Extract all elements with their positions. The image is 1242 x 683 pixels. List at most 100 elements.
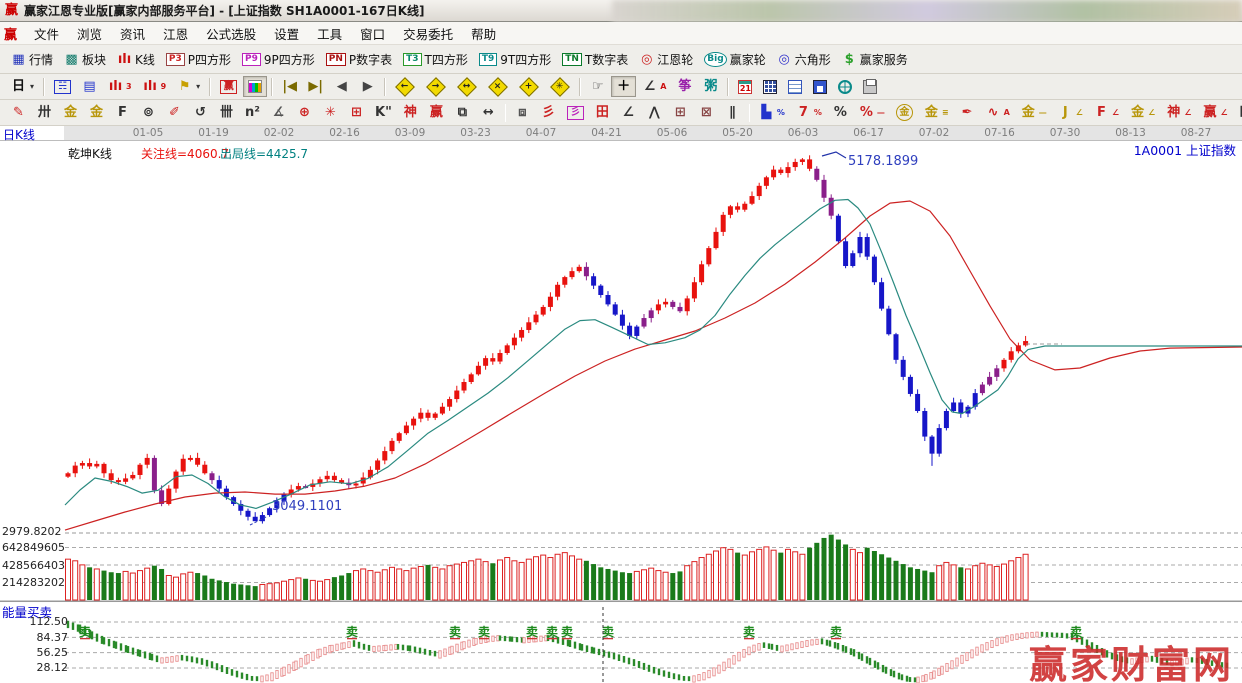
- gold-grid2-tool[interactable]: 金: [84, 102, 109, 123]
- web-box-tool[interactable]: 田: [590, 102, 615, 123]
- hash-grid-tool[interactable]: 卌: [214, 102, 239, 123]
- circle-arrow-tool[interactable]: ↺: [188, 102, 213, 123]
- kline-button[interactable]: ılıK线: [112, 49, 160, 70]
- fan-lines-tool[interactable]: 彡: [536, 102, 561, 123]
- menu-settings[interactable]: 设置: [265, 25, 308, 44]
- volume-axis-label: 428566403: [2, 559, 62, 572]
- menu-gann[interactable]: 江恩: [154, 25, 197, 44]
- gann-wheel-button[interactable]: ◎江恩轮: [634, 49, 698, 70]
- grid-box2-tool[interactable]: ⊠: [694, 102, 719, 123]
- diamond-right-button[interactable]: →: [421, 76, 451, 97]
- j-angle-tool[interactable]: J∠: [1053, 102, 1088, 123]
- prev-page-button[interactable]: ◀: [329, 76, 354, 97]
- purple-tool-button[interactable]: 筝: [672, 76, 697, 97]
- diamond-hspan-button[interactable]: ↔: [452, 76, 482, 97]
- web-update-button[interactable]: [833, 76, 857, 97]
- v-lines-tool[interactable]: ⋀: [642, 102, 667, 123]
- 9p-square-button[interactable]: P99P四方形: [237, 49, 320, 70]
- gold-lines-tool[interactable]: 金≡: [919, 102, 954, 123]
- red-pen-tool[interactable]: ✐: [162, 102, 187, 123]
- 9t-square-button[interactable]: T99T四方形: [474, 49, 556, 70]
- f-angle-tool[interactable]: F∠: [1089, 102, 1124, 123]
- star-web-tool[interactable]: ✳: [318, 102, 343, 123]
- menu-news[interactable]: 资讯: [111, 25, 154, 44]
- p-table-button[interactable]: PNP数字表: [321, 49, 397, 70]
- four-angle-tool[interactable]: 四∠: [1234, 102, 1242, 123]
- angle-lines-tool[interactable]: ∠: [616, 102, 641, 123]
- n2-tool[interactable]: n²: [240, 102, 265, 123]
- hexagon-button[interactable]: ◎六角形: [772, 49, 836, 70]
- last-page-button[interactable]: ▶|: [303, 76, 328, 97]
- box-measure-tool[interactable]: ⧈: [510, 102, 535, 123]
- menu-browse[interactable]: 浏览: [68, 25, 111, 44]
- target-circle-tool[interactable]: ⊕: [292, 102, 317, 123]
- percent-line-tool[interactable]: %—: [854, 102, 890, 123]
- gold-grid-tool[interactable]: 金: [58, 102, 83, 123]
- box-web-icon: ⊞: [349, 105, 364, 120]
- grid-box-tool[interactable]: ⊞: [668, 102, 693, 123]
- calculator-button[interactable]: [758, 76, 782, 97]
- menu-trade-entrust[interactable]: 交易委托: [394, 25, 462, 44]
- note-dropdown[interactable]: ⚑▾: [172, 76, 205, 97]
- sectors-button[interactable]: ▩板块: [59, 49, 111, 70]
- sectors-icon: ▩: [64, 52, 79, 67]
- t-square-button[interactable]: T3T四方形: [398, 49, 473, 70]
- shen-grid-tool[interactable]: 神: [398, 102, 423, 123]
- percent-chart-tool[interactable]: ▙%: [754, 102, 790, 123]
- sell-marker: 卖: [449, 624, 461, 639]
- diamond-left-button[interactable]: ←: [390, 76, 420, 97]
- p-square-button[interactable]: P3P四方形: [161, 49, 236, 70]
- win-stamp-button[interactable]: 赢: [215, 76, 242, 97]
- gann-pen-tool[interactable]: ✎: [6, 102, 31, 123]
- wave-az-tool[interactable]: ∿A: [981, 102, 1015, 123]
- percent-tool[interactable]: %: [828, 102, 853, 123]
- pin-tool[interactable]: ✒: [955, 102, 980, 123]
- menu-window[interactable]: 窗口: [351, 25, 394, 44]
- print-button[interactable]: [858, 76, 882, 97]
- grid-tool[interactable]: 卅: [32, 102, 57, 123]
- menu-file[interactable]: 文件: [25, 25, 68, 44]
- winner-service-button[interactable]: $赢家服务: [837, 49, 913, 70]
- fan-box-tool[interactable]: 彡: [562, 102, 589, 123]
- win-angle-tool[interactable]: 赢∠: [1197, 102, 1232, 123]
- number-grid-tool[interactable]: ⧉: [450, 102, 475, 123]
- bars-3-button[interactable]: ılı3: [103, 76, 137, 97]
- gold-angle-tool[interactable]: 金∠: [1125, 102, 1160, 123]
- f-grid-tool[interactable]: F: [110, 102, 135, 123]
- bars-9-button[interactable]: ılı9: [138, 76, 172, 97]
- hand-tool-button[interactable]: ☞: [585, 76, 610, 97]
- diamond-full-button[interactable]: ✳: [545, 76, 575, 97]
- notepad-button[interactable]: [783, 76, 807, 97]
- diamond-compress-button[interactable]: ×: [483, 76, 513, 97]
- t-table-button[interactable]: TNT数字表: [557, 49, 633, 70]
- chip-distribution-button[interactable]: ☵: [49, 76, 76, 97]
- menu-tools[interactable]: 工具: [308, 25, 351, 44]
- span-arrow-tool[interactable]: ↔: [476, 102, 501, 123]
- gold-line2-tool[interactable]: 金—: [1016, 102, 1052, 123]
- shen-angle-tool[interactable]: 神∠: [1161, 102, 1196, 123]
- menu-formula-stock-pick[interactable]: 公式选股: [197, 25, 265, 44]
- chart-canvas[interactable]: 卖卖卖卖卖卖卖卖卖卖卖: [0, 140, 1242, 683]
- win-grid-tool[interactable]: 赢: [424, 102, 449, 123]
- period-day-dropdown[interactable]: 日▾: [6, 76, 39, 97]
- color-histogram-button[interactable]: [243, 76, 267, 97]
- next-page-button[interactable]: ▶: [355, 76, 380, 97]
- angle-tool-button[interactable]: ∠A: [637, 76, 671, 97]
- spiral-tool[interactable]: ⊚: [136, 102, 161, 123]
- gold-circle-tool[interactable]: 金: [891, 102, 918, 123]
- box-web-tool[interactable]: ⊞: [344, 102, 369, 123]
- info-doc-button[interactable]: ▤: [77, 76, 102, 97]
- first-page-button[interactable]: |◀: [277, 76, 302, 97]
- diamond-expand-button[interactable]: +: [514, 76, 544, 97]
- winner-wheel-button[interactable]: Big赢家轮: [699, 49, 770, 70]
- parallel-lines-tool[interactable]: ∥: [720, 102, 745, 123]
- crosshair-tool-button[interactable]: ＋: [611, 76, 636, 97]
- angle-a-tool[interactable]: ∡: [266, 102, 291, 123]
- menu-help[interactable]: 帮助: [462, 25, 505, 44]
- save-button[interactable]: [808, 76, 832, 97]
- k-quote-tool[interactable]: K": [370, 102, 397, 123]
- seven-percent-tool[interactable]: 7%: [791, 102, 827, 123]
- calendar-button[interactable]: 21: [733, 76, 757, 97]
- teal-tool-button[interactable]: 粥: [698, 76, 723, 97]
- quotes-button[interactable]: ▦行情: [6, 49, 58, 70]
